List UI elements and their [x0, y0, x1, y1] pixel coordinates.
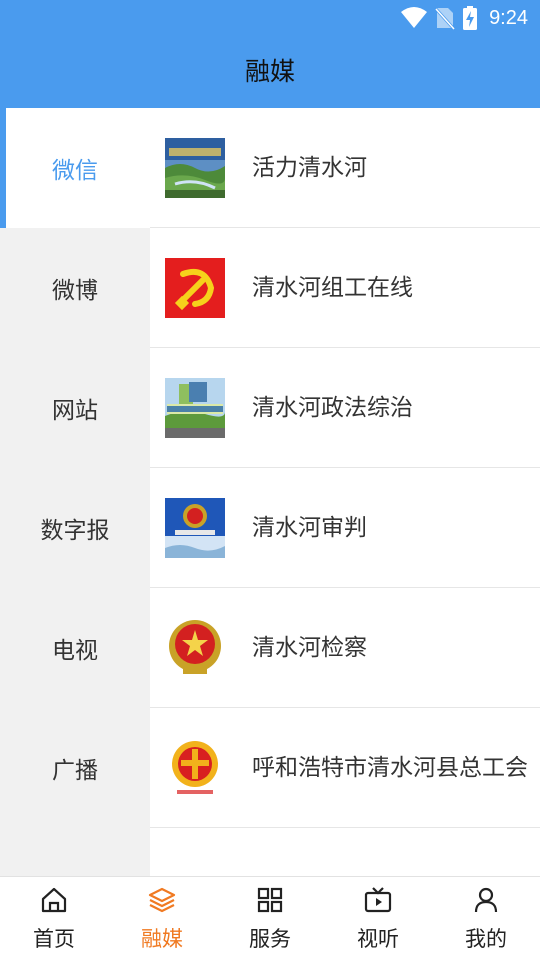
status-icons: 9:24	[401, 5, 528, 31]
sidebar-item-website[interactable]: 网站	[0, 348, 150, 468]
youth-league-emblem-icon	[165, 858, 225, 876]
list-item-label: 清水河政法综治	[252, 395, 413, 421]
party-emblem-icon	[165, 258, 225, 318]
court-emblem-icon	[165, 498, 225, 558]
sidebar-item-radio[interactable]: 广播	[0, 708, 150, 828]
sidebar-item-label: 数字报	[40, 518, 110, 544]
list-item[interactable]: 清水河组工在线	[150, 228, 540, 348]
sidebar-item-wechat[interactable]: 微信	[0, 108, 150, 228]
sidebar-item-label: 网站	[52, 398, 98, 424]
status-time: 9:24	[489, 6, 528, 29]
tab-label: 首页	[33, 927, 75, 951]
tab-services[interactable]: 服务	[216, 877, 324, 961]
bottom-tab-bar: 首页 融媒 服务 视听 我的	[0, 876, 540, 960]
tab-label: 视听	[357, 927, 399, 951]
sidebar-item-weibo[interactable]: 微博	[0, 228, 150, 348]
great-wall-photo-icon	[165, 378, 225, 438]
list-item-label: 清水河审判	[252, 515, 367, 541]
user-icon	[474, 887, 498, 913]
layers-icon	[148, 887, 176, 913]
procuratorate-emblem-icon	[165, 618, 225, 678]
wifi-icon	[401, 7, 428, 28]
list-item[interactable]: 清水河检察	[150, 588, 540, 708]
sidebar-item-label: 电视	[52, 638, 98, 664]
tab-label: 我的	[465, 927, 507, 951]
landscape-photo-icon	[165, 138, 225, 198]
list-item-label: 活力清水河	[252, 155, 367, 181]
app-header: 9:24 融媒	[0, 0, 540, 108]
tab-label: 融媒	[141, 927, 183, 951]
trade-union-logo-icon	[165, 738, 225, 798]
list-item-label: 清水河组工在线	[252, 275, 413, 301]
video-icon	[364, 887, 392, 913]
battery-charging-icon	[463, 6, 478, 30]
tab-media[interactable]: 融媒	[108, 877, 216, 961]
list-item[interactable]	[150, 828, 540, 876]
sidebar-item-digital-paper[interactable]: 数字报	[0, 468, 150, 588]
status-bar: 9:24	[0, 0, 540, 36]
home-icon	[41, 887, 67, 913]
tab-audiovisual[interactable]: 视听	[324, 877, 432, 961]
sidebar-item-label: 广播	[52, 758, 98, 784]
list-item[interactable]: 清水河政法综治	[150, 348, 540, 468]
no-sim-icon	[435, 7, 456, 30]
page-title: 融媒	[244, 57, 295, 86]
tab-home[interactable]: 首页	[0, 877, 108, 961]
list-item[interactable]: 呼和浩特市清水河县总工会	[150, 708, 540, 828]
sidebar-item-tv[interactable]: 电视	[0, 588, 150, 708]
list-item[interactable]: 清水河审判	[150, 468, 540, 588]
tab-label: 服务	[249, 927, 291, 951]
category-sidebar: 微信 微博 网站 数字报 电视 广播	[0, 108, 150, 876]
grid-icon	[257, 887, 283, 913]
list-item-label: 清水河检察	[252, 635, 367, 661]
account-list: 活力清水河 清水河组工在线 清水河政法综治 清水河审判 清水河检察 呼和浩特市清…	[150, 108, 540, 876]
list-item-label: 呼和浩特市清水河县总工会	[252, 755, 528, 781]
tab-profile[interactable]: 我的	[432, 877, 540, 961]
sidebar-item-label: 微信	[52, 158, 98, 184]
list-item[interactable]: 活力清水河	[150, 108, 540, 228]
sidebar-item-label: 微博	[52, 278, 98, 304]
